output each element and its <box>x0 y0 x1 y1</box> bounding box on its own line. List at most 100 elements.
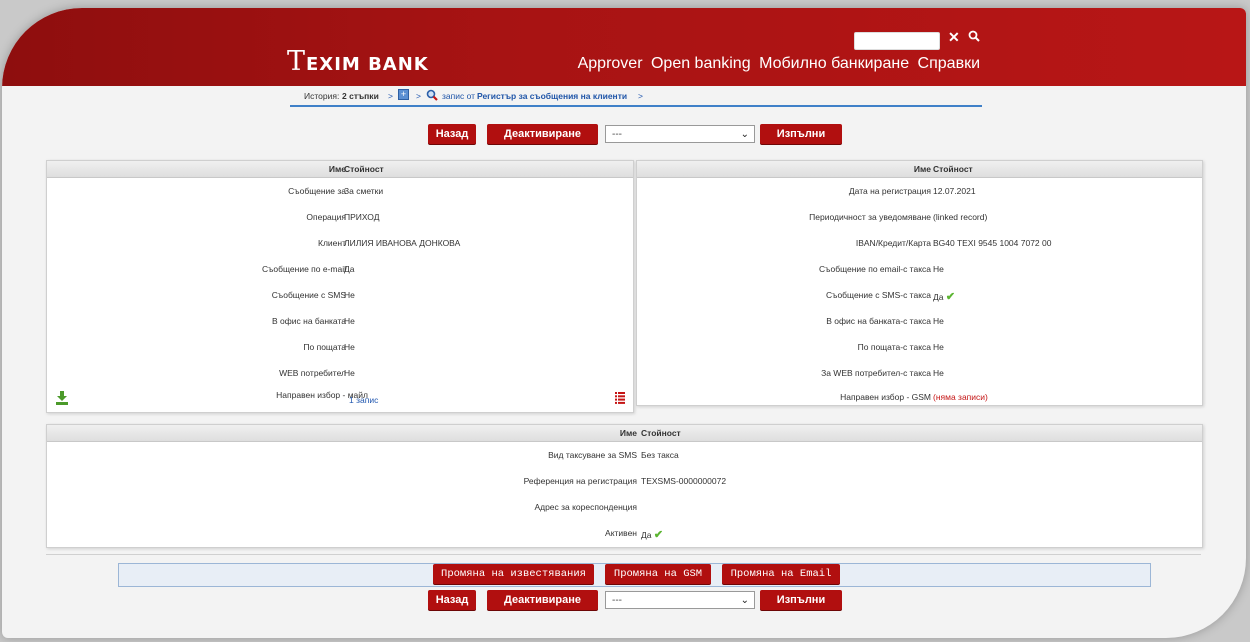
table-row: За WEB потребител-с такса Не <box>637 368 1202 382</box>
table-row: По пощата Не <box>47 342 633 356</box>
breadcrumb-record-text: запис от <box>442 91 476 101</box>
deactivate-button[interactable]: Деактивиране <box>487 124 598 144</box>
field-label: Адрес за кореспонденция <box>534 502 637 512</box>
main-nav: Approver Open banking Мобилно банкиране … <box>574 55 980 73</box>
field-value: Не <box>344 290 355 300</box>
logo-letter: T <box>287 46 307 77</box>
table-row: Съобщение по email-с такса Не <box>637 264 1202 278</box>
field-value: BG40 TEXI 9545 1004 7072 00 <box>933 238 1052 248</box>
execute-button-bottom[interactable]: Изпълни <box>760 590 842 610</box>
field-value: (linked record) <box>933 212 988 222</box>
nav-mobile-banking[interactable]: Мобилно банкиране <box>759 55 909 72</box>
nav-reports[interactable]: Справки <box>918 55 980 72</box>
details-panel-right: Име Стойност Дата на регистрация 12.07.20… <box>636 160 1203 406</box>
action-select-value: --- <box>612 595 622 606</box>
field-label: По пощата-с такса <box>857 342 931 352</box>
deactivate-button-bottom[interactable]: Деактивиране <box>487 590 598 610</box>
chevron-down-icon: ⌄ <box>740 595 749 606</box>
logo-text: EXIM BANK <box>306 54 429 75</box>
field-value: Да ✔ <box>933 290 955 303</box>
back-button-bottom[interactable]: Назад <box>428 590 476 610</box>
close-icon[interactable]: ✕ <box>948 29 960 46</box>
records-link[interactable]: 1 запис <box>349 395 378 405</box>
breadcrumb-registry-link[interactable]: Регистър за съобщения на клиенти <box>477 91 627 101</box>
field-value: Да ✔ <box>641 528 663 541</box>
change-notifications-button[interactable]: Промяна на известявания <box>433 564 594 584</box>
table-row: Периодичност за уведомяване (linked recor… <box>637 212 1202 226</box>
header-value: Стойност <box>641 428 681 438</box>
field-label: Референция на регистрация <box>523 476 637 486</box>
field-value-text: Да <box>933 292 944 302</box>
field-value-text: Да <box>641 530 652 540</box>
field-label: Клиент <box>318 238 346 248</box>
table-row: По пощата-с такса Не <box>637 342 1202 356</box>
field-value: Не <box>344 368 355 378</box>
action-select-value: --- <box>612 129 622 140</box>
action-select[interactable]: --- ⌄ <box>605 125 755 143</box>
breadcrumb-steps[interactable]: 2 стъпки <box>342 91 379 101</box>
header-bar: TEXIM BANK ✕ Approver Open banking Мобил… <box>2 8 1246 86</box>
table-row: Съобщение за За сметки <box>47 186 633 200</box>
field-label: Операция <box>306 212 346 222</box>
divider <box>46 554 1201 555</box>
execute-button[interactable]: Изпълни <box>760 124 842 144</box>
chevron-right-icon: > <box>388 91 393 101</box>
field-label: Вид таксуване за SMS <box>548 450 637 460</box>
field-value: Не <box>344 316 355 326</box>
action-select-bottom[interactable]: --- ⌄ <box>605 591 755 609</box>
change-gsm-button[interactable]: Промяна на GSM <box>605 564 711 584</box>
nav-open-banking[interactable]: Open banking <box>651 55 751 72</box>
app-window: TEXIM BANK ✕ Approver Open banking Мобил… <box>2 8 1246 638</box>
field-label: Дата на регистрация <box>848 186 931 196</box>
field-label: За WEB потребител-с такса <box>821 368 931 378</box>
field-value: Не <box>933 264 944 274</box>
list-icon[interactable] <box>615 392 625 404</box>
checkmark-icon: ✔ <box>945 291 956 303</box>
field-label: В офис на банката-с такса <box>826 316 931 326</box>
header-name: Име <box>913 164 931 174</box>
table-row: Клиент ЛИЛИЯ ИВАНОВА ДОНКОВА <box>47 238 633 252</box>
panel-header: Име Стойност <box>47 425 1202 442</box>
field-label: Направен избор - GSM <box>840 392 931 402</box>
header-value: Стойност <box>344 164 384 174</box>
table-row: В офис на банката-с такса Не <box>637 316 1202 330</box>
field-value: TEXSMS-0000000072 <box>641 476 727 486</box>
field-value: ПРИХОД <box>344 212 380 222</box>
table-row: Операция ПРИХОД <box>47 212 633 226</box>
table-row: Съобщение с SMS-с такса Да ✔ <box>637 290 1202 304</box>
field-label: Съобщение с SMS-с такса <box>826 290 931 300</box>
table-row: IBAN/Кредит/Карта BG40 TEXI 9545 1004 707… <box>637 238 1202 252</box>
table-row: WEB потребител Не <box>47 368 633 382</box>
field-label: В офис на банката <box>272 316 346 326</box>
details-panel-bottom: Име Стойност Вид таксуване за SMS Без так… <box>46 424 1203 548</box>
field-value: Без такса <box>641 450 679 460</box>
field-label: WEB потребител <box>279 368 346 378</box>
field-label: Активен <box>605 528 637 538</box>
texim-bank-logo[interactable]: TEXIM BANK <box>287 46 429 77</box>
field-label: Периодичност за уведомяване <box>809 212 931 222</box>
chevron-right-icon: > <box>638 91 643 101</box>
table-row: Дата на регистрация 12.07.2021 <box>637 186 1202 200</box>
magnifier-icon <box>426 89 438 103</box>
back-button[interactable]: Назад <box>428 124 476 144</box>
table-row: Съобщение по e-mail Да <box>47 264 633 278</box>
field-label: По пощата <box>303 342 346 352</box>
chevron-down-icon: ⌄ <box>740 129 749 140</box>
search-icon[interactable] <box>968 29 980 45</box>
field-label: Съобщение по email-с такса <box>819 264 931 274</box>
table-row: Активен Да ✔ <box>47 528 1202 542</box>
download-icon[interactable] <box>56 391 68 405</box>
panel-header: Име Стойност <box>637 161 1202 178</box>
nav-approver[interactable]: Approver <box>578 55 643 72</box>
table-row: В офис на банката Не <box>47 316 633 330</box>
header-name: Име <box>619 428 637 438</box>
header-value: Стойност <box>933 164 973 174</box>
field-value: ЛИЛИЯ ИВАНОВА ДОНКОВА <box>344 238 461 248</box>
search-input[interactable] <box>854 32 940 50</box>
table-row: Направен избор - майл 1 запис <box>47 390 633 408</box>
field-value: Не <box>344 342 355 352</box>
field-value: 12.07.2021 <box>933 186 976 196</box>
add-record-icon[interactable]: + <box>398 89 409 100</box>
change-email-button[interactable]: Промяна на Email <box>722 564 840 584</box>
no-records-text: (няма записи) <box>933 392 988 402</box>
